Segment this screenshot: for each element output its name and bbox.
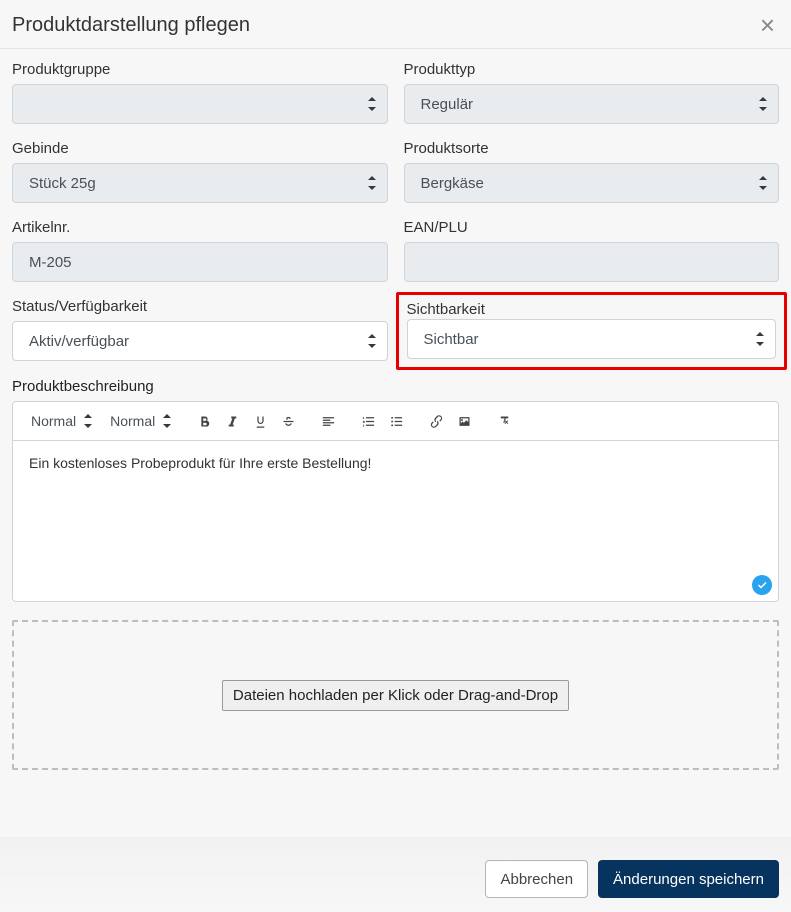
ordered-list-icon[interactable]: [355, 408, 381, 434]
label-artikelnr: Artikelnr.: [12, 219, 388, 236]
select-produktgruppe[interactable]: [12, 84, 388, 124]
input-ean[interactable]: [404, 242, 780, 282]
select-produkttyp[interactable]: [404, 84, 780, 124]
modal-title: Produktdarstellung pflegen: [12, 14, 250, 37]
editor-toolbar: Normal Normal: [13, 402, 778, 441]
select-status[interactable]: [12, 321, 388, 361]
align-left-icon[interactable]: [315, 408, 341, 434]
chevron-updown-icon: [84, 414, 94, 428]
label-status: Status/Verfügbarkeit: [12, 298, 388, 315]
underline-icon[interactable]: [247, 408, 273, 434]
select-produktsorte[interactable]: [404, 163, 780, 203]
toolbar-format-value-1: Normal: [31, 413, 76, 429]
bold-icon[interactable]: [191, 408, 217, 434]
toolbar-format-select-2[interactable]: Normal: [100, 409, 177, 433]
toolbar-format-select-1[interactable]: Normal: [21, 409, 98, 433]
label-produktgruppe: Produktgruppe: [12, 61, 388, 78]
upload-button[interactable]: Dateien hochladen per Klick oder Drag-an…: [222, 680, 569, 711]
chevron-updown-icon: [163, 414, 173, 428]
italic-icon[interactable]: [219, 408, 245, 434]
image-icon[interactable]: [451, 408, 477, 434]
input-artikelnr[interactable]: [12, 242, 388, 282]
editor-text: Ein kostenloses Probeprodukt für Ihre er…: [29, 455, 371, 471]
highlight-sichtbarkeit: Sichtbarkeit: [396, 292, 788, 370]
label-produkttyp: Produkttyp: [404, 61, 780, 78]
select-sichtbarkeit[interactable]: [407, 319, 777, 359]
modal-footer: Abbrechen Änderungen speichern: [0, 837, 791, 912]
label-sichtbarkeit: Sichtbarkeit: [407, 301, 485, 318]
label-gebinde: Gebinde: [12, 140, 388, 157]
select-gebinde[interactable]: [12, 163, 388, 203]
modal-body: Produktgruppe Produkttyp Gebinde: [0, 49, 791, 837]
label-ean: EAN/PLU: [404, 219, 780, 236]
editor-content[interactable]: Ein kostenloses Probeprodukt für Ihre er…: [13, 441, 778, 601]
toolbar-format-value-2: Normal: [110, 413, 155, 429]
modal-header: Produktdarstellung pflegen ×: [0, 0, 791, 49]
rich-text-editor: Normal Normal: [12, 401, 779, 602]
close-icon[interactable]: ×: [756, 12, 779, 38]
link-icon[interactable]: [423, 408, 449, 434]
label-produktbeschreibung: Produktbeschreibung: [12, 378, 779, 395]
unordered-list-icon[interactable]: [383, 408, 409, 434]
save-button[interactable]: Änderungen speichern: [598, 860, 779, 898]
validation-check-icon: [752, 575, 772, 595]
label-produktsorte: Produktsorte: [404, 140, 780, 157]
modal: Produktdarstellung pflegen × Produktgrup…: [0, 0, 791, 912]
strikethrough-icon[interactable]: [275, 408, 301, 434]
file-dropzone[interactable]: Dateien hochladen per Klick oder Drag-an…: [12, 620, 779, 770]
clear-format-icon[interactable]: [491, 408, 517, 434]
cancel-button[interactable]: Abbrechen: [485, 860, 588, 898]
